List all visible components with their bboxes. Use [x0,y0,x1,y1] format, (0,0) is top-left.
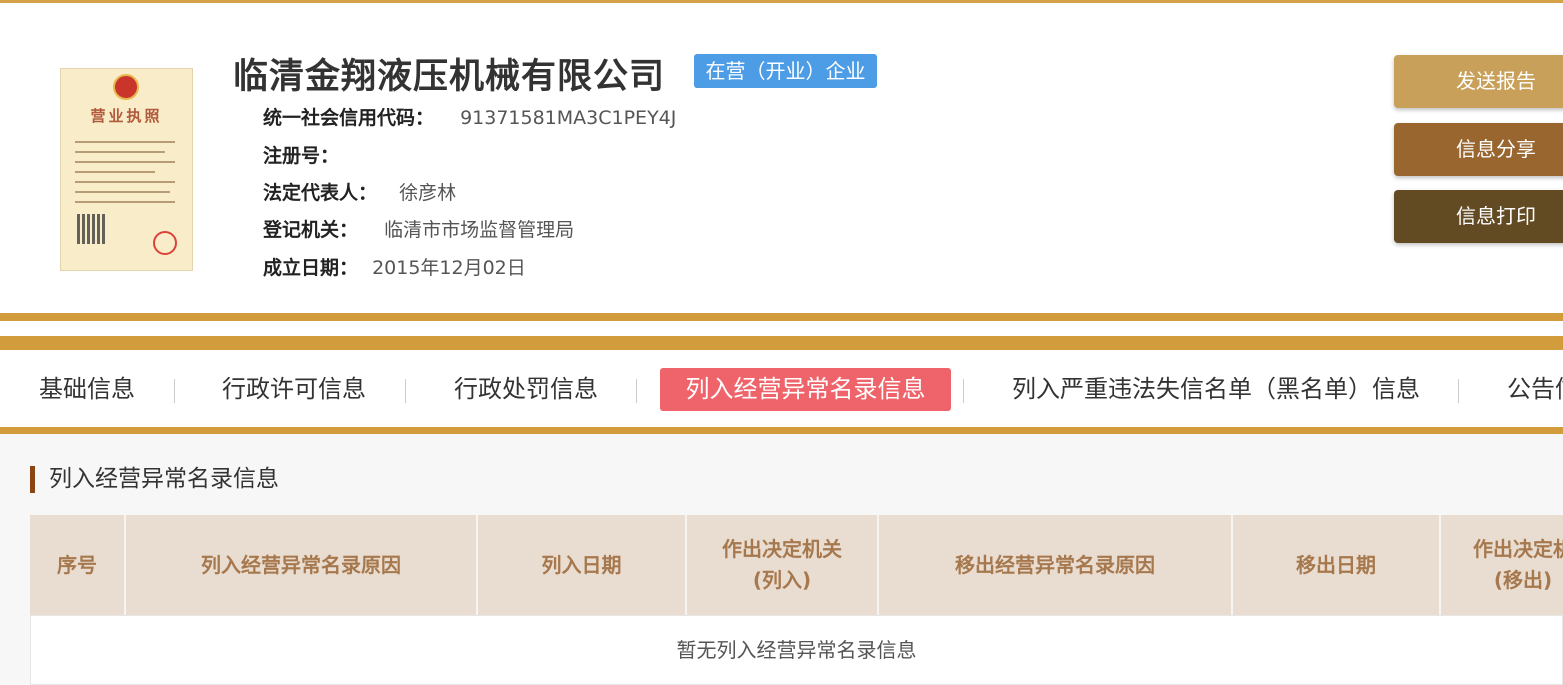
info-label: 统一社会信用代码： [263,107,435,129]
status-badge: 在营（开业）企业 [694,54,877,88]
license-text-line [75,161,175,163]
info-credit-code: 统一社会信用代码： 91371581MA3C1PEY4J [263,103,676,130]
column-header-list-authority: 作出决定机关 (列入) [687,515,879,615]
info-value: 2015年12月02日 [372,257,526,279]
business-license-image[interactable]: 营业执照 [60,68,193,271]
official-stamp-icon [153,231,177,255]
license-text-line [75,141,175,143]
share-info-button[interactable]: 信息分享 [1394,123,1563,176]
abnormal-table: 序号 列入经营异常名录原因 列入日期 作出决定机关 (列入) 移出经营异常名录原… [30,515,1563,685]
info-label: 法定代表人： [263,182,378,204]
tab-admin-license[interactable]: 行政许可信息 [222,368,366,411]
top-accent-line [0,0,1563,3]
header-divider [0,313,1563,321]
info-value: 徐彦林 [399,182,457,204]
company-name: 临清金翔液压机械有限公司 [233,57,666,97]
tab-blacklist[interactable]: 列入严重违法失信名单（黑名单）信息 [1012,368,1420,411]
qr-code-icon [77,214,105,244]
column-header-list-date: 列入日期 [478,515,687,615]
tab-basic-info[interactable]: 基础信息 [39,368,135,411]
tab-abnormal-operation[interactable]: 列入经营异常名录信息 [660,368,951,411]
column-header-remove-authority: 作出决定机 (移出) [1441,515,1563,615]
tab-separator [174,379,175,403]
license-text-line [75,181,175,183]
national-emblem-icon [113,74,139,100]
info-value: 临清市市场监督管理局 [384,219,575,241]
tab-separator [405,379,406,403]
license-text-line [75,201,175,203]
tab-admin-penalty[interactable]: 行政处罚信息 [454,368,598,411]
tabs-bottom-bar [0,427,1563,434]
empty-table-message: 暂无列入经营异常名录信息 [30,615,1563,685]
info-established: 成立日期： 2015年12月02日 [263,253,526,280]
column-header-remove-date: 移出日期 [1233,515,1441,615]
info-label: 注册号： [263,145,340,167]
info-legal-rep: 法定代表人： 徐彦林 [263,178,456,205]
tab-separator [1458,379,1459,403]
info-authority: 登记机关： 临清市市场监督管理局 [263,215,574,242]
info-label: 成立日期： [263,257,359,279]
tab-announcement[interactable]: 公告信 [1507,368,1563,411]
license-text-line [75,171,155,173]
column-header-list-reason: 列入经营异常名录原因 [126,515,478,615]
send-report-button[interactable]: 发送报告 [1394,55,1563,108]
license-text-line [75,191,170,193]
info-label: 登记机关： [263,219,359,241]
section-title: 列入经营异常名录信息 [30,466,279,493]
license-text-line [75,151,165,153]
print-info-button[interactable]: 信息打印 [1394,190,1563,243]
license-title: 营业执照 [90,107,163,125]
tab-separator [963,379,964,403]
info-reg-no: 注册号： [263,141,339,168]
tab-separator [636,379,637,403]
column-header-index: 序号 [30,515,126,615]
tabs-top-bar [0,336,1563,350]
info-value: 91371581MA3C1PEY4J [460,107,677,129]
column-header-remove-reason: 移出经营异常名录原因 [879,515,1233,615]
